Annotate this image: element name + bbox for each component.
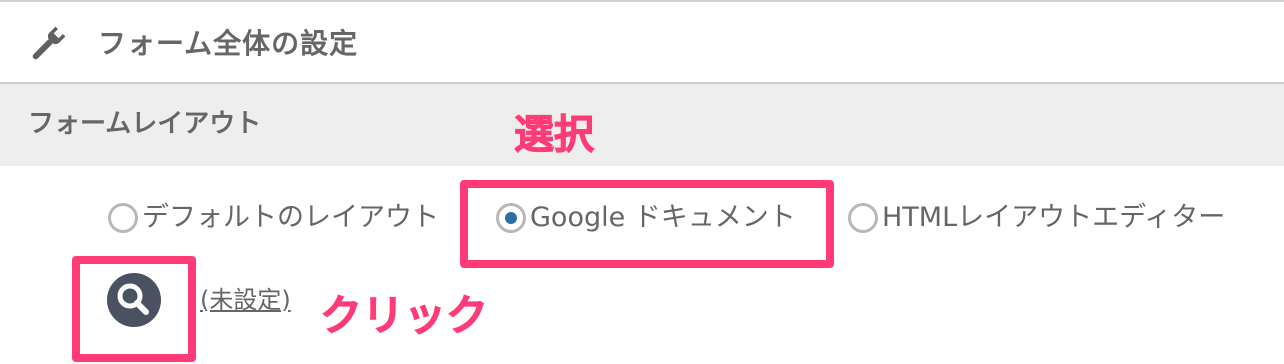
annotation-select-label: 選択 [514,112,595,159]
annotation-highlight-search-button [72,256,196,362]
section-header: フォームレイアウト [0,84,1284,166]
radio-button[interactable] [108,203,138,233]
radio-default-layout[interactable]: デフォルトのレイアウト [108,196,439,240]
radio-label: HTMLレイアウトエディター [882,202,1226,233]
annotation-click-label: クリック [319,291,489,341]
document-status-link[interactable]: (未設定) [200,282,291,318]
page-title: フォーム全体の設定 [98,27,359,60]
radio-label: デフォルトのレイアウト [142,202,439,233]
settings-header: フォーム全体の設定 [0,2,1284,84]
radio-html-layout-editor[interactable]: HTMLレイアウトエディター [848,196,1225,240]
section-title: フォームレイアウト [28,109,262,139]
radio-button[interactable] [848,203,878,233]
annotation-highlight-google-document [460,180,834,268]
wrench-icon [26,24,68,66]
